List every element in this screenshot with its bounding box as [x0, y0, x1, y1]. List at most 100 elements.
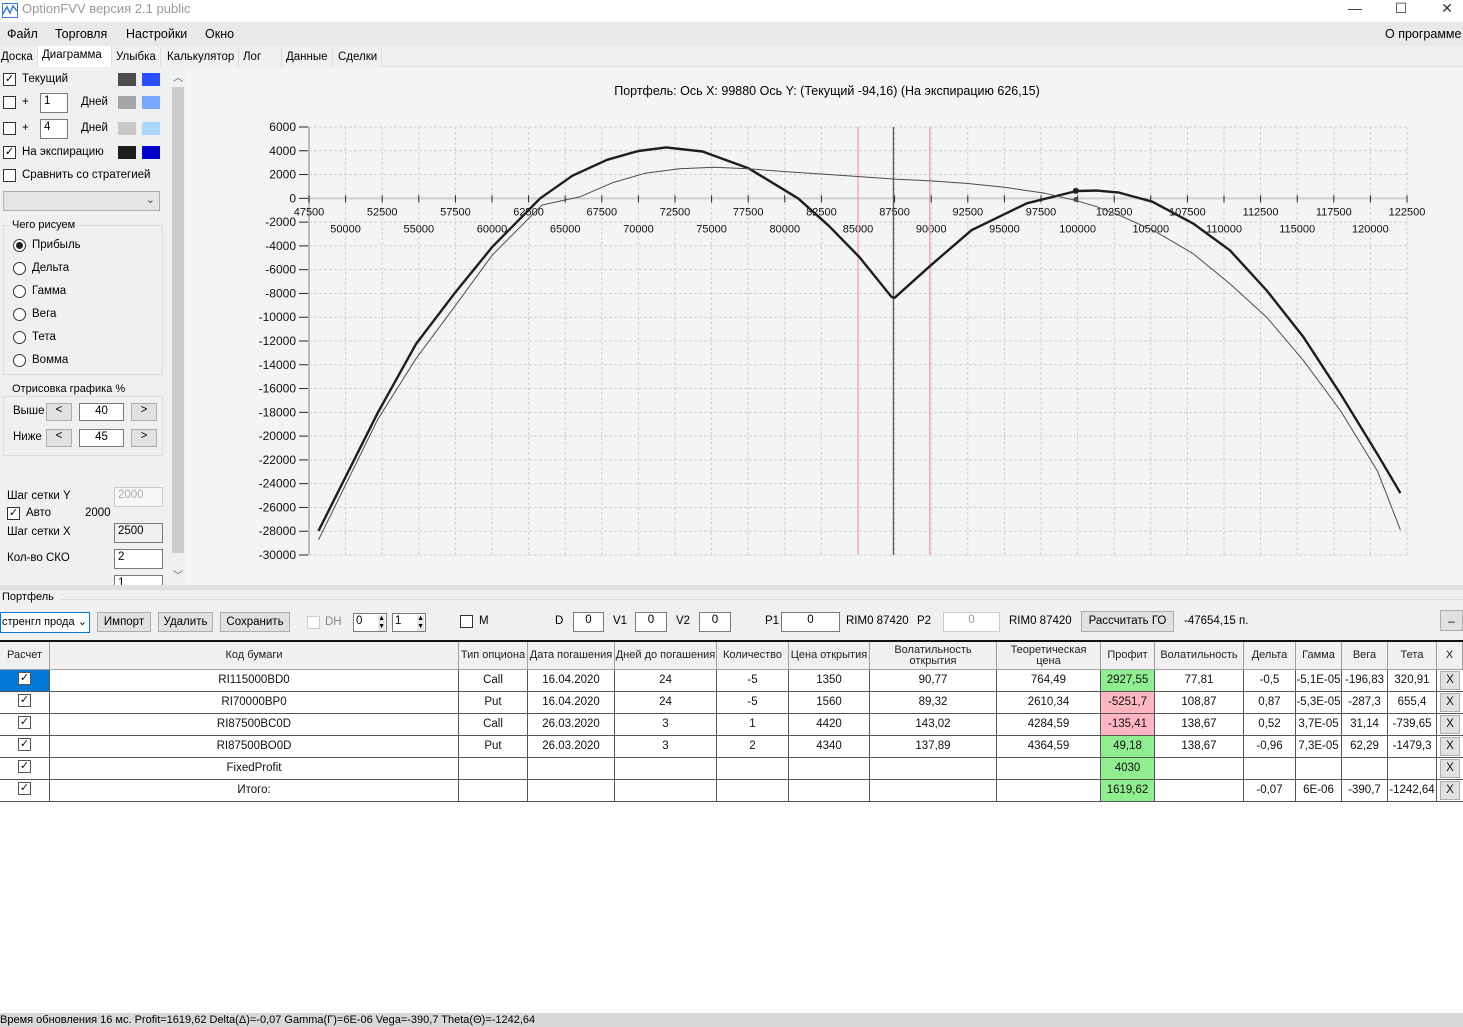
maximize-button[interactable]: ☐	[1378, 0, 1424, 22]
radio-2[interactable]	[13, 285, 26, 298]
compare-checkbox[interactable]	[3, 169, 16, 182]
v2-input[interactable]: 0	[699, 612, 731, 632]
collapse-button[interactable]: _	[1440, 610, 1463, 631]
plus4-checkbox[interactable]	[3, 122, 16, 135]
column-header[interactable]: Количество	[717, 642, 789, 670]
menu-about[interactable]: О программе	[1385, 27, 1461, 41]
column-header[interactable]: Волатильность	[1155, 642, 1244, 670]
close-button[interactable]: ✕	[1424, 0, 1463, 22]
spin-arrows-icon[interactable]: ▲ ▼	[378, 615, 385, 631]
above-decrease-button[interactable]: <	[46, 403, 72, 421]
days4-alt-color[interactable]	[142, 122, 160, 135]
column-header[interactable]: Тип опциона	[459, 642, 528, 670]
tab-calculator[interactable]: Калькулятор	[163, 48, 240, 67]
grid-x-input[interactable]: 2500	[114, 523, 163, 543]
delete-row-button[interactable]: X	[1440, 671, 1460, 690]
radio-5[interactable]	[13, 354, 26, 367]
days4-input[interactable]: 4	[40, 119, 68, 139]
menu-window[interactable]: Окно	[205, 27, 234, 41]
import-button[interactable]: Импорт	[97, 612, 151, 632]
column-header[interactable]: Гамма	[1296, 642, 1342, 670]
p1-input[interactable]: 0	[781, 612, 840, 632]
calc-cell[interactable]: ✓	[0, 692, 50, 714]
scroll-down-icon[interactable]: ﹀	[173, 567, 183, 582]
column-header[interactable]: Дата погашения	[528, 642, 615, 670]
chart-plot[interactable]: -30000-28000-26000-24000-22000-20000-180…	[186, 67, 1463, 585]
above-input[interactable]: 40	[79, 403, 124, 421]
expiration-checkbox[interactable]: ✓	[3, 146, 16, 159]
calc-checkbox[interactable]: ✓	[18, 782, 31, 796]
below-increase-button[interactable]: >	[131, 429, 157, 447]
spin-arrows-icon[interactable]: ▲ ▼	[417, 615, 424, 631]
below-decrease-button[interactable]: <	[46, 429, 72, 447]
radio-0[interactable]	[13, 239, 26, 252]
tab-deals[interactable]: Сделки	[334, 48, 383, 67]
column-header[interactable]: Вега	[1342, 642, 1388, 670]
column-header[interactable]: Тета	[1388, 642, 1437, 670]
calc-cell[interactable]: ✓	[0, 736, 50, 758]
days1-input[interactable]: 1	[40, 93, 68, 113]
delete-row-button[interactable]: X	[1440, 715, 1460, 734]
days1-alt-color[interactable]	[142, 96, 160, 109]
tab-log[interactable]: Лог	[239, 48, 282, 67]
delete-row-button[interactable]: X	[1440, 759, 1460, 778]
calc-checkbox[interactable]: ✓	[18, 738, 31, 752]
calc-cell[interactable]: ✓	[0, 780, 50, 802]
tab-data[interactable]: Данные	[282, 48, 333, 67]
column-header[interactable]: Цена открытия	[789, 642, 870, 670]
radio-4[interactable]	[13, 331, 26, 344]
next-input[interactable]: 1	[114, 575, 163, 585]
days4-line-color[interactable]	[118, 122, 136, 135]
expiration-line-color[interactable]	[118, 146, 136, 159]
menu-trading[interactable]: Торговля	[55, 27, 107, 41]
column-header[interactable]: Волатильность открытия	[870, 642, 997, 670]
delete-button[interactable]: Удалить	[158, 612, 213, 632]
column-header[interactable]: Код бумаги	[50, 642, 459, 670]
radio-3[interactable]	[13, 308, 26, 321]
column-header[interactable]: Теоретическая цена	[997, 642, 1101, 670]
column-header[interactable]: Расчет	[0, 642, 50, 670]
calc-cell[interactable]: ✓	[0, 714, 50, 736]
p2-input[interactable]: 0	[943, 612, 1000, 632]
m-checkbox[interactable]	[460, 615, 473, 628]
below-input[interactable]: 45	[79, 429, 124, 447]
calc-checkbox[interactable]: ✓	[18, 694, 31, 708]
calc-cell[interactable]: ✓	[0, 670, 50, 692]
tab-diagram[interactable]: Диаграмма	[38, 46, 112, 67]
strategy-dropdown[interactable]: стренгл прода ⌄	[0, 612, 90, 633]
current-line-color[interactable]	[118, 73, 136, 86]
scroll-up-icon[interactable]: ︿	[173, 69, 183, 84]
grid-y-input[interactable]: 2000	[114, 487, 163, 507]
dh-checkbox[interactable]	[307, 616, 320, 629]
column-header[interactable]: Профит	[1101, 642, 1155, 670]
column-header[interactable]: Дней до погашения	[615, 642, 717, 670]
save-button[interactable]: Сохранить	[220, 612, 290, 632]
delete-row-button[interactable]: X	[1440, 781, 1460, 800]
current-checkbox[interactable]: ✓	[3, 73, 16, 86]
strategy-select[interactable]: ⌄	[3, 191, 160, 211]
tab-board[interactable]: Доска	[0, 48, 38, 67]
tab-smile[interactable]: Улыбка	[112, 48, 161, 67]
calculate-go-button[interactable]: Рассчитать ГО	[1081, 611, 1174, 632]
above-increase-button[interactable]: >	[131, 403, 157, 421]
expiration-alt-color[interactable]	[142, 146, 160, 159]
column-header[interactable]: Дельта	[1244, 642, 1296, 670]
calc-checkbox[interactable]: ✓	[18, 716, 31, 730]
minimize-button[interactable]: —	[1332, 0, 1378, 22]
payoff-chart[interactable]: Портфель: Ось X: 99880 Ось Y: (Текущий -…	[186, 67, 1463, 585]
days1-line-color[interactable]	[118, 96, 136, 109]
dh-spin2[interactable]: 1 ▲ ▼	[392, 613, 426, 632]
dh-spin1[interactable]: 0 ▲ ▼	[353, 613, 387, 632]
radio-1[interactable]	[13, 262, 26, 275]
menu-settings[interactable]: Настройки	[126, 27, 187, 41]
scrollbar-thumb[interactable]	[172, 87, 184, 553]
sko-input[interactable]: 2	[114, 549, 163, 569]
v1-input[interactable]: 0	[635, 612, 667, 632]
auto-checkbox[interactable]: ✓	[7, 507, 20, 520]
delete-row-button[interactable]: X	[1440, 737, 1460, 756]
plus1-checkbox[interactable]	[3, 96, 16, 109]
current-alt-color[interactable]	[142, 73, 160, 86]
menu-file[interactable]: Файл	[7, 27, 38, 41]
calc-checkbox[interactable]: ✓	[18, 760, 31, 774]
calc-cell[interactable]: ✓	[0, 758, 50, 780]
